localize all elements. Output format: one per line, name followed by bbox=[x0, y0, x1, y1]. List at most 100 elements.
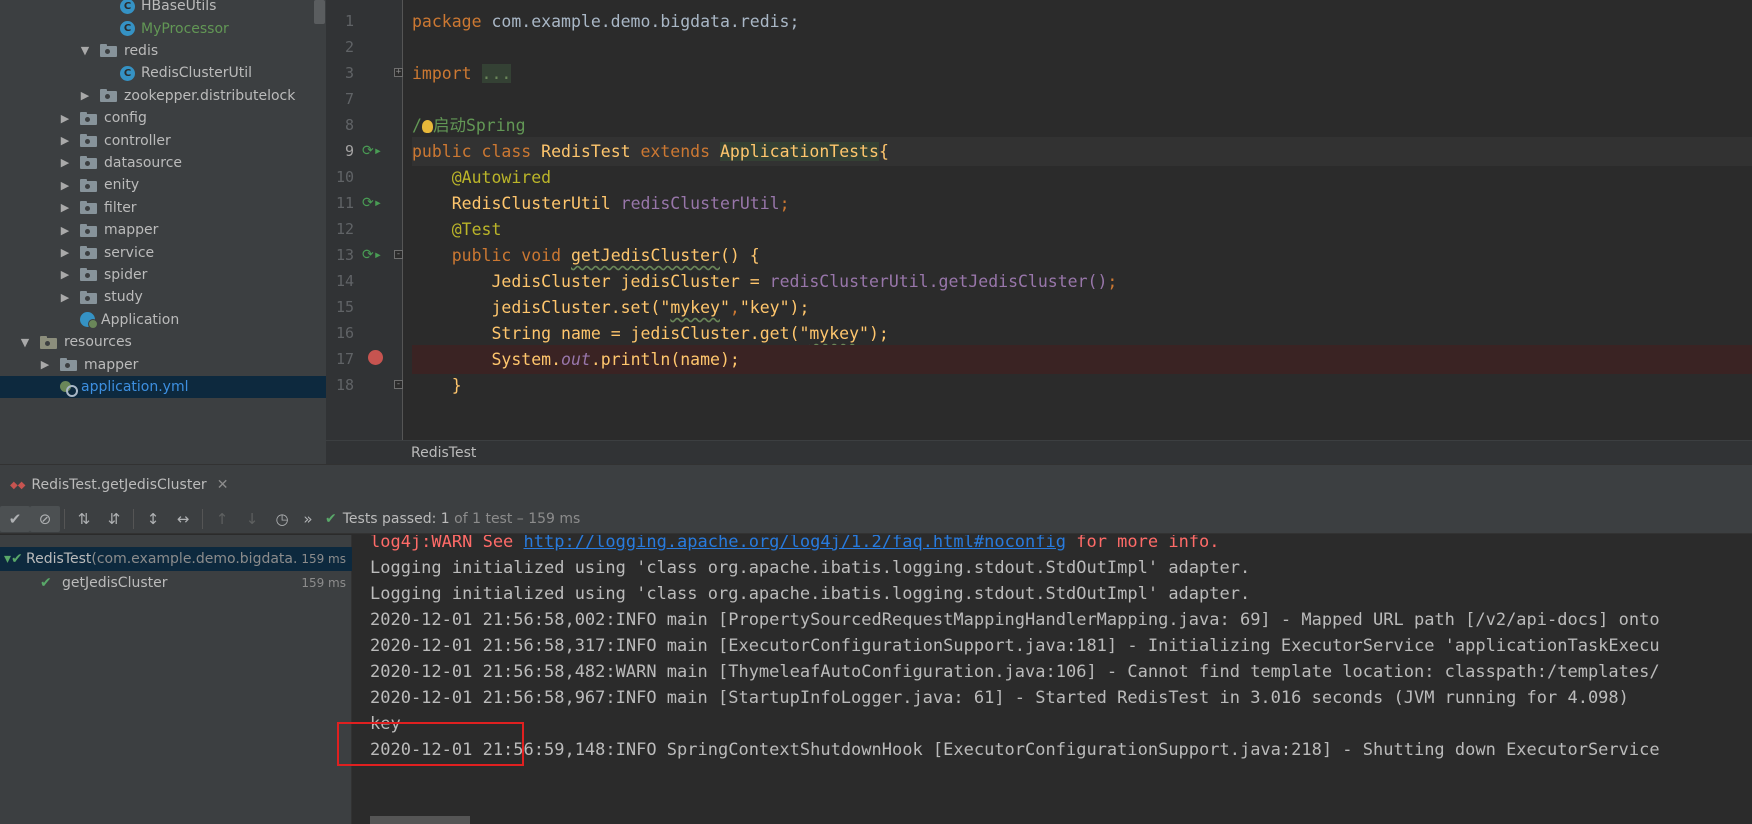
tree-item-enity[interactable]: ▶ enity bbox=[0, 174, 326, 196]
code-token: ); bbox=[868, 324, 889, 343]
more-actions-icon[interactable]: » bbox=[297, 506, 319, 532]
tree-item-redis[interactable]: ▼ redis bbox=[0, 40, 326, 62]
collapse-all-icon[interactable]: ↔ bbox=[168, 506, 198, 532]
console-line[interactable]: Logging initialized using 'class org.apa… bbox=[370, 554, 1250, 583]
expand-arrow-icon[interactable]: ▼ bbox=[18, 336, 32, 349]
line-number: 3 bbox=[344, 64, 354, 82]
console-line[interactable]: 2020-12-01 21:56:58,002:INFO main [Prope… bbox=[370, 606, 1660, 635]
console-link[interactable]: http://logging.apache.org/log4j/1.2/faq.… bbox=[524, 535, 1066, 552]
code-line[interactable]: @Test bbox=[412, 215, 1752, 244]
collapse-arrow-icon[interactable]: ▶ bbox=[38, 358, 52, 371]
expand-arrow-icon[interactable]: ▼ bbox=[78, 44, 92, 57]
project-tree-scrollbar[interactable] bbox=[314, 0, 325, 24]
code-line-current[interactable]: public class RedisTest extends Applicati… bbox=[412, 137, 1752, 166]
code-line[interactable]: JedisCluster jedisCluster = redisCluster… bbox=[412, 267, 1752, 296]
collapse-arrow-icon[interactable]: ▶ bbox=[58, 112, 72, 125]
tree-item-application[interactable]: ▶Application bbox=[0, 309, 326, 331]
run-test-class-icon[interactable]: ⟳▸ bbox=[362, 143, 382, 159]
code-token: / bbox=[412, 116, 422, 135]
tree-item-mapper[interactable]: ▶ mapper bbox=[0, 353, 326, 375]
collapse-arrow-icon[interactable]: ▶ bbox=[58, 224, 72, 237]
tree-item-label: RedisClusterUtil bbox=[141, 65, 252, 82]
code-line-breakpoint[interactable]: System.out.println(name); bbox=[412, 345, 1752, 374]
tree-item-label: Application bbox=[101, 311, 180, 328]
code-token: " bbox=[660, 298, 671, 317]
code-line[interactable]: String name = jedisCluster.get("mykey"); bbox=[412, 319, 1752, 348]
collapse-arrow-icon[interactable]: ▶ bbox=[58, 134, 72, 147]
console-output[interactable]: log4j:WARN See http://logging.apache.org… bbox=[353, 535, 1752, 824]
tree-item-config[interactable]: ▶ config bbox=[0, 107, 326, 129]
package-folder-icon bbox=[80, 134, 98, 148]
console-line[interactable]: 2020-12-01 21:56:59,148:INFO SpringConte… bbox=[370, 736, 1660, 765]
code-token: " bbox=[799, 324, 810, 343]
fold-toggle-icon[interactable]: - bbox=[394, 250, 403, 259]
line-number: 13 bbox=[335, 246, 354, 264]
breadcrumb[interactable]: RedisTest bbox=[411, 445, 476, 461]
code-token: jedisCluster.set( bbox=[491, 298, 661, 317]
tree-item-spider[interactable]: ▶ spider bbox=[0, 264, 326, 286]
sort-by-duration-icon[interactable]: ⇵ bbox=[99, 506, 129, 532]
test-tree-row[interactable]: ▾✔ RedisTest (com.example.demo.bigdata.r… bbox=[0, 547, 352, 571]
show-passed-icon[interactable]: ✔ bbox=[0, 505, 30, 532]
tree-item-application-yml[interactable]: ▶application.yml bbox=[0, 375, 326, 399]
code-line[interactable]: public void getJedisCluster() { bbox=[412, 241, 1752, 270]
console-line[interactable]: 2020-12-01 21:56:58,317:INFO main [Execu… bbox=[370, 632, 1660, 661]
lightbulb-icon[interactable] bbox=[421, 120, 433, 133]
folded-imports[interactable]: ... bbox=[481, 64, 512, 83]
next-failed-icon[interactable]: ↓ bbox=[237, 506, 267, 532]
tree-item-controller[interactable]: ▶ controller bbox=[0, 129, 326, 151]
tree-item-zookepper-distributelock[interactable]: ▶ zookepper.distributelock bbox=[0, 85, 326, 107]
console-line[interactable]: Logging initialized using 'class org.apa… bbox=[370, 580, 1250, 609]
test-history-icon[interactable]: ◷ bbox=[267, 506, 297, 532]
tree-item-hbaseutils[interactable]: ▶CHBaseUtils bbox=[0, 0, 326, 17]
fold-toggle-icon[interactable]: - bbox=[394, 380, 403, 389]
breakpoint-icon[interactable] bbox=[368, 350, 383, 365]
console-line[interactable]: 2020-12-01 21:56:58,967:INFO main [Start… bbox=[370, 684, 1629, 713]
collapse-arrow-icon[interactable]: ▶ bbox=[58, 291, 72, 304]
test-tree-row[interactable]: ✔ getJedisCluster 159 ms bbox=[0, 571, 352, 595]
code-token: out bbox=[561, 350, 591, 369]
line-number: 14 bbox=[335, 272, 354, 290]
package-folder-icon bbox=[100, 44, 118, 58]
previous-failed-icon[interactable]: ↑ bbox=[207, 506, 237, 532]
code-line[interactable]: RedisClusterUtil redisClusterUtil; bbox=[412, 189, 1752, 218]
code-line[interactable]: } bbox=[412, 371, 1752, 400]
show-ignored-icon[interactable]: ⊘ bbox=[30, 505, 60, 532]
tree-item-label: datasource bbox=[104, 154, 183, 171]
test-duration: 159 ms bbox=[297, 552, 346, 566]
collapse-arrow-icon[interactable]: ▶ bbox=[58, 246, 72, 259]
spring-boot-app-icon bbox=[80, 312, 98, 330]
code-line[interactable]: @Autowired bbox=[412, 163, 1752, 192]
line-number: 18 bbox=[335, 376, 354, 394]
code-line[interactable]: jedisCluster.set("mykey","key"); bbox=[412, 293, 1752, 322]
close-icon[interactable]: ✕ bbox=[217, 477, 229, 493]
code-token: , bbox=[729, 298, 740, 317]
console-line[interactable]: 2020-12-01 21:56:58,482:WARN main [Thyme… bbox=[370, 658, 1660, 687]
run-test-method-icon[interactable]: ⟳▸ bbox=[362, 247, 382, 263]
tree-item-filter[interactable]: ▶ filter bbox=[0, 197, 326, 219]
run-tab[interactable]: ◆◆ RedisTest.getJedisCluster ✕ bbox=[0, 473, 228, 497]
collapse-arrow-icon[interactable]: ▶ bbox=[58, 156, 72, 169]
code-token: public bbox=[412, 142, 472, 161]
code-line[interactable]: package com.example.demo.bigdata.redis; bbox=[412, 7, 1752, 36]
tree-item-datasource[interactable]: ▶ datasource bbox=[0, 152, 326, 174]
tree-item-mapper[interactable]: ▶ mapper bbox=[0, 219, 326, 241]
expand-all-icon[interactable]: ↕ bbox=[138, 506, 168, 532]
code-line[interactable]: / 启动Spring bbox=[412, 111, 1752, 140]
collapse-arrow-icon[interactable]: ▶ bbox=[78, 89, 92, 102]
tree-item-study[interactable]: ▶ study bbox=[0, 286, 326, 308]
code-editor[interactable]: 1 2 3 7 8 9 10 11 12 13 14 15 16 17 18 ⟳… bbox=[326, 0, 1752, 440]
tree-item-redisclusterutil[interactable]: ▶CRedisClusterUtil bbox=[0, 62, 326, 84]
tree-item-service[interactable]: ▶ service bbox=[0, 241, 326, 263]
console-scrollbar[interactable] bbox=[370, 816, 470, 824]
fold-toggle-icon[interactable]: + bbox=[394, 68, 403, 77]
sort-alphabetically-icon[interactable]: ⇅ bbox=[69, 506, 99, 532]
autowired-bean-icon[interactable]: ⟳▸ bbox=[362, 195, 382, 211]
tree-item-myprocessor[interactable]: ▶CMyProcessor bbox=[0, 17, 326, 39]
line-number: 11 bbox=[335, 194, 354, 212]
tree-item-resources[interactable]: ▼ resources bbox=[0, 331, 326, 353]
code-line[interactable]: import ... bbox=[412, 59, 1752, 88]
collapse-arrow-icon[interactable]: ▶ bbox=[58, 179, 72, 192]
collapse-arrow-icon[interactable]: ▶ bbox=[58, 268, 72, 281]
collapse-arrow-icon[interactable]: ▶ bbox=[58, 201, 72, 214]
